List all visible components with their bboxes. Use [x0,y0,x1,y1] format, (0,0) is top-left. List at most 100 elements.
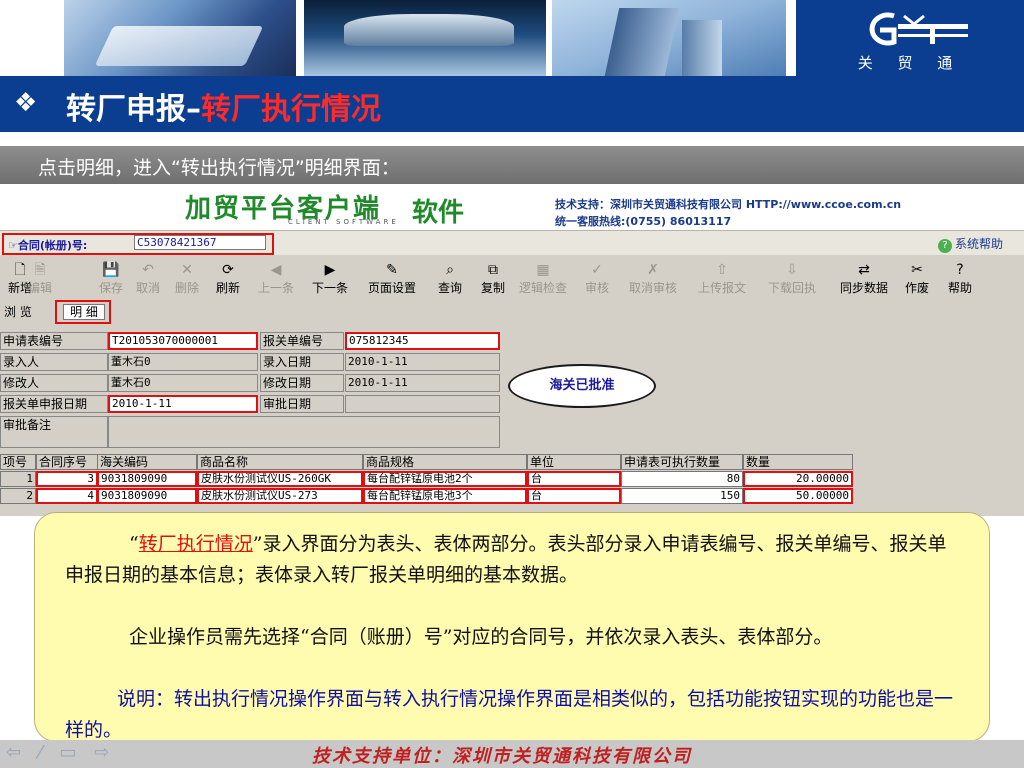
toolbar-label: 审核 [585,281,610,295]
entry-date-field: 2010-1-11 [345,353,500,371]
delete-icon: ✕ [181,262,193,278]
title-sub: 转厂执行情况 [201,92,381,127]
tab-detail[interactable]: 明 细 [63,304,105,320]
slide-nav-icons[interactable]: ⇦ ⁄ ▭ ⇨ [6,742,115,763]
grid-cell[interactable]: 50.00000 [743,488,853,504]
help-circle-icon: ? [938,239,952,253]
toolbar-label: 刷新 [216,281,241,295]
grid-cell[interactable]: 每台配锌锰原电池3个 [363,488,527,504]
sync-icon: ⇄ [858,262,870,278]
prev-icon: ◀ [270,262,282,278]
grid-cell[interactable]: 9031809090 [97,488,197,504]
toolbar-label: 上传报文 [698,281,747,295]
explanation-callout: “转厂执行情况”录入界面分为表头、表体两部分。表头部分录入申请表编号、报关单编号… [34,512,990,742]
toolbar-button-copy[interactable]: ⧉ 复制 [481,261,505,296]
next-icon: ▶ [324,262,336,278]
grid-cell[interactable]: 20.00000 [743,471,853,487]
toolbar-label: 逻辑检查 [519,281,568,295]
decl-no-label: 报关单编号 [260,332,344,350]
toolbar-label: 上一条 [258,281,295,295]
footer-text: 技术支持单位：深圳市关贸通科技有限公司 [312,746,692,767]
toolbar-label: 下一条 [312,281,349,295]
support-url[interactable]: HTTP://www.ccoe.com.cn [746,198,901,211]
grid-cell[interactable]: 1 [0,471,36,487]
grid-cell[interactable]: 9031809090 [97,471,197,487]
toolbar-button-help[interactable]: ? 帮助 [948,261,972,296]
grid-cell[interactable]: 台 [527,488,621,504]
toolbar-button-void[interactable]: ✂ 作废 [905,261,929,296]
grid-cell[interactable]: 2 [0,488,36,504]
slide-title: 转厂申报–转厂执行情况 [66,84,381,128]
grid-header-cell[interactable]: 合同序号 [36,454,98,470]
toolbar-button-sync[interactable]: ⇄ 同步数据 [840,261,888,296]
grid-cell[interactable]: 80 [621,471,743,487]
toolbar-button-delete: ✕ 删除 [175,261,199,296]
system-help-label: 系统帮助 [955,237,1004,251]
grid-header-cell[interactable]: 申请表可执行数量 [621,454,743,470]
callout-paragraph-2: 企业操作员需先选择“合同（账册）号”对应的合同号，并依次录入表头、表体部分。 [129,626,833,648]
slide-title-bar: ❖ 转厂申报–转厂执行情况 [0,76,1024,132]
grid-cell[interactable]: 皮肤水份测试仪US-260GK [197,471,363,487]
undo-icon: ↶ [142,262,154,278]
toolbar-button-page-setup[interactable]: ✎ 页面设置 [368,261,416,296]
grid-cell[interactable]: 每台配锌锰原电池2个 [363,471,527,487]
toolbar-label: 作废 [905,281,930,295]
toolbar-button-next[interactable]: ▶ 下一条 [312,261,348,296]
grid-header-cell[interactable]: 商品名称 [197,454,363,470]
grid-cell[interactable]: 台 [527,471,621,487]
toolbar: 🗋 新增 🗎 编辑 💾 保存 ↶ 取消 ✕ 删除 ⟳ 刷新 ◀ 上一条 ▶ 下一条 ✎ 页面设置 ⌕ 查询 ⧉ 复制 ▦ 逻辑… [0,258,1024,300]
support-info: 技术支持：深圳市关贸通科技有限公司 HTTP://www.ccoe.com.cn [555,196,901,212]
grid-cell[interactable]: 皮肤水份测试仪US-273 [197,488,363,504]
contract-number-field[interactable]: C53078421367 [134,235,266,250]
help-icon: ? [956,262,964,278]
app-name-suffix: 软件 [412,198,465,228]
grid-header-cell[interactable]: 海关编码 [97,454,197,470]
page-setup-icon: ✎ [386,262,398,278]
approve-note-field [108,416,500,448]
toolbar-button-refresh[interactable]: ⟳ 刷新 [216,261,240,296]
grid-header-cell[interactable]: 商品规格 [363,454,527,470]
tab-detail-highlight: 明 细 [55,300,111,324]
toolbar-label: 查询 [438,281,463,295]
contract-row: ☞合同(帐册)号: C53078421367 ? 系统帮助 [0,230,1024,255]
decl-no-field[interactable]: 075812345 [345,332,500,350]
logic-check-icon: ▦ [536,262,550,278]
banner-photo-buildings [552,0,786,76]
toolbar-button-search[interactable]: ⌕ 查询 [438,261,462,296]
entry-date-label: 录入日期 [260,353,344,371]
instruction-strip: 点击明细，进入“转出执行情况”明细界面： [0,146,1024,184]
toolbar-button-save: 💾 保存 [99,261,123,296]
instruction-text: 点击明细，进入“转出执行情况”明细界面： [38,157,400,179]
app-no-field[interactable]: T201053070000001 [108,332,258,350]
tab-browse[interactable]: 浏 览 [4,303,32,320]
toolbar-label: 删除 [175,281,200,295]
grid-cell[interactable]: 3 [36,471,98,487]
toolbar-label: 同步数据 [840,281,889,295]
upload-icon: ⇧ [716,262,728,278]
decl-date-field[interactable]: 2010-1-11 [108,395,258,413]
toolbar-button-undo: ↶ 取消 [136,261,160,296]
grid-header-cell[interactable]: 数量 [743,454,853,470]
grid-header-cell[interactable]: 项号 [0,454,36,470]
grid-header-cell[interactable]: 单位 [527,454,621,470]
approve-date-field [345,395,500,413]
gmt-logo-mark [869,12,968,46]
banner-photo-device [304,0,546,76]
toolbar-label: 帮助 [948,281,973,295]
toolbar-label: 复制 [481,281,506,295]
toolbar-label: 编辑 [28,281,53,295]
hotline: 统一客服热线:(0755) 86013117 [555,215,732,228]
toolbar-label: 取消 [136,281,161,295]
modify-date-label: 修改日期 [260,374,344,392]
contract-highlight: ☞合同(帐册)号: C53078421367 [2,233,274,255]
decl-date-label: 报关单申报日期 [0,395,108,413]
p1-highlight: 转厂执行情况 [138,533,253,555]
grid-cell[interactable]: 4 [36,488,98,504]
toolbar-label: 保存 [99,281,124,295]
banner-photo-keyboard [64,0,296,76]
refresh-icon: ⟳ [222,262,234,278]
grid-cell[interactable]: 150 [621,488,743,504]
toolbar-button-download: ⇩ 下载回执 [768,261,816,296]
approve-icon: ✓ [591,262,603,278]
system-help-link[interactable]: ? 系统帮助 [938,235,1003,253]
